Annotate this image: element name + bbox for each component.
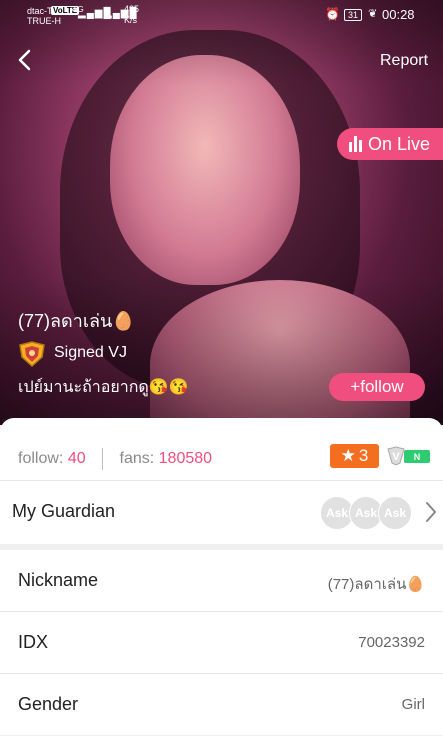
level-badge: ★ 3 (330, 444, 379, 468)
battery-icon: 31 (344, 9, 363, 21)
fans-count: 180580 (158, 450, 213, 468)
level-value: 3 (358, 446, 369, 465)
live-bars-icon (349, 136, 362, 152)
signed-vj-badge-icon (18, 341, 46, 368)
signed-vj-label: Signed VJ (54, 344, 127, 361)
profile-row-nickname: Nickname (77)ลดาเล่น🥚 (0, 550, 443, 612)
row-label: IDX (18, 632, 49, 652)
row-label: Gender (18, 694, 79, 714)
follow-count: 40 (67, 450, 86, 468)
svg-text:N: N (414, 452, 421, 462)
star-icon: ★ (340, 446, 356, 465)
follow-label: follow: (18, 450, 64, 468)
guardian-avatar[interactable]: Ask (378, 496, 412, 530)
report-button[interactable]: Report (380, 52, 428, 70)
clock: 00:28 (382, 7, 415, 22)
row-value: (77)ลดาเล่น🥚 (327, 576, 425, 593)
network-speed: 435 K/s (124, 4, 139, 26)
carrier-bottom: TRUE-H (27, 16, 61, 26)
chevron-left-icon (18, 49, 31, 71)
profile-row-idx: IDX 70023392 (0, 612, 443, 674)
row-value: 70023392 (358, 634, 425, 651)
follow-fans-stats: follow: 40 fans: 180580 (18, 448, 212, 470)
live-description: เปย์มานะถ้าอยากดู😘😘 (18, 379, 189, 396)
vj-name: (77)ลดาเล่น🥚 (18, 311, 135, 331)
my-guardian-label[interactable]: My Guardian (12, 501, 115, 522)
fans-label: fans: (119, 450, 155, 468)
svg-text:V: V (392, 451, 400, 463)
speed-unit: K/s (124, 15, 138, 25)
status-bar: dtac-T TRUE-H VoLTE 4G ▂▄▆█ ▂▄▆█ 435 K/s… (0, 0, 443, 32)
row-value: Girl (401, 696, 425, 713)
stats-divider (102, 448, 104, 470)
speed-value: 435 (124, 4, 140, 14)
guardian-avatars[interactable]: Ask Ask Ask (320, 496, 412, 530)
chevron-right-icon[interactable] (424, 500, 438, 524)
alarm-icon: ⏰ (325, 7, 340, 21)
follow-button[interactable]: +follow (329, 373, 425, 401)
profile-row-gender: Gender Girl (0, 674, 443, 736)
divider (0, 480, 443, 481)
vip-badge-icon: V N (386, 445, 432, 467)
on-live-label: On Live (368, 133, 431, 154)
row-label: Nickname (18, 570, 99, 590)
power-saving-icon: ❦ (368, 8, 378, 20)
back-button[interactable] (14, 48, 36, 72)
on-live-badge[interactable]: On Live (337, 128, 443, 160)
